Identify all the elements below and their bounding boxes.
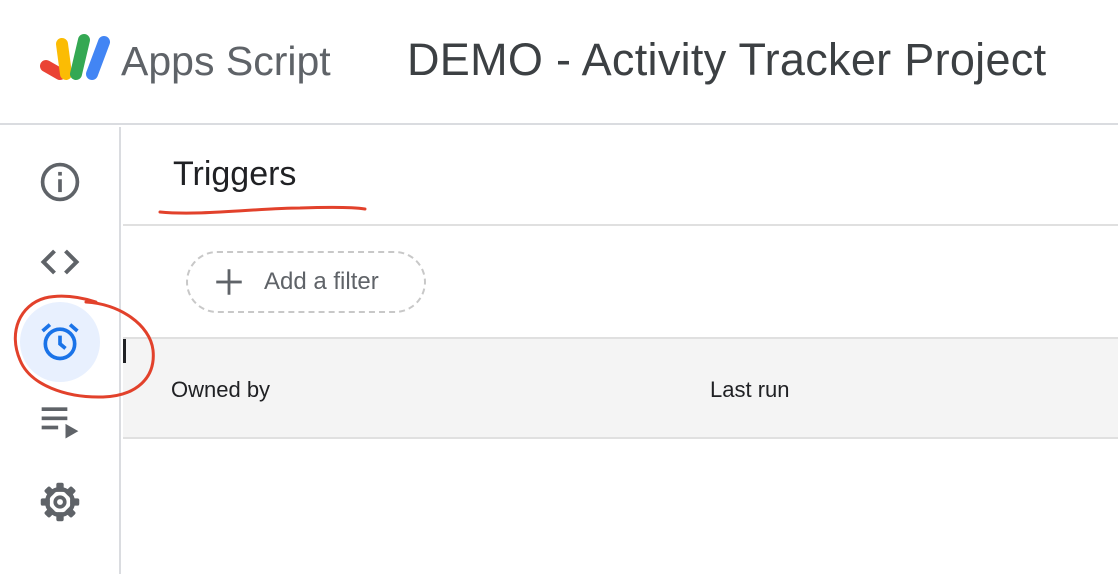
column-header-last-run[interactable]: Last run xyxy=(710,377,790,403)
plus-icon xyxy=(216,269,242,295)
title-divider xyxy=(123,224,1118,226)
info-icon xyxy=(40,162,80,202)
alarm-clock-icon xyxy=(41,323,79,361)
rail-item-triggers[interactable] xyxy=(20,302,100,382)
column-header-truncated xyxy=(123,339,126,363)
page-title: Triggers xyxy=(173,155,297,193)
main-content: Triggers Add a filter Owned by Last run xyxy=(123,127,1118,574)
add-filter-label: Add a filter xyxy=(264,268,379,295)
apps-script-logo-icon[interactable] xyxy=(40,30,112,86)
side-rail xyxy=(0,127,121,574)
rail-item-editor[interactable] xyxy=(20,222,100,302)
rail-item-executions[interactable] xyxy=(20,382,100,462)
app-name[interactable]: Apps Script xyxy=(121,38,331,85)
rail-item-settings[interactable] xyxy=(20,462,100,542)
code-icon xyxy=(40,249,80,275)
add-filter-button[interactable]: Add a filter xyxy=(186,251,426,313)
rail-item-overview[interactable] xyxy=(20,142,100,222)
column-header-owned-by[interactable]: Owned by xyxy=(171,377,270,403)
project-title[interactable]: DEMO - Activity Tracker Project xyxy=(407,34,1046,86)
triggers-table-header: Owned by Last run xyxy=(123,337,1118,439)
app-header: Apps Script DEMO - Activity Tracker Proj… xyxy=(0,0,1118,125)
gear-icon xyxy=(40,482,80,522)
executions-icon xyxy=(41,407,79,439)
